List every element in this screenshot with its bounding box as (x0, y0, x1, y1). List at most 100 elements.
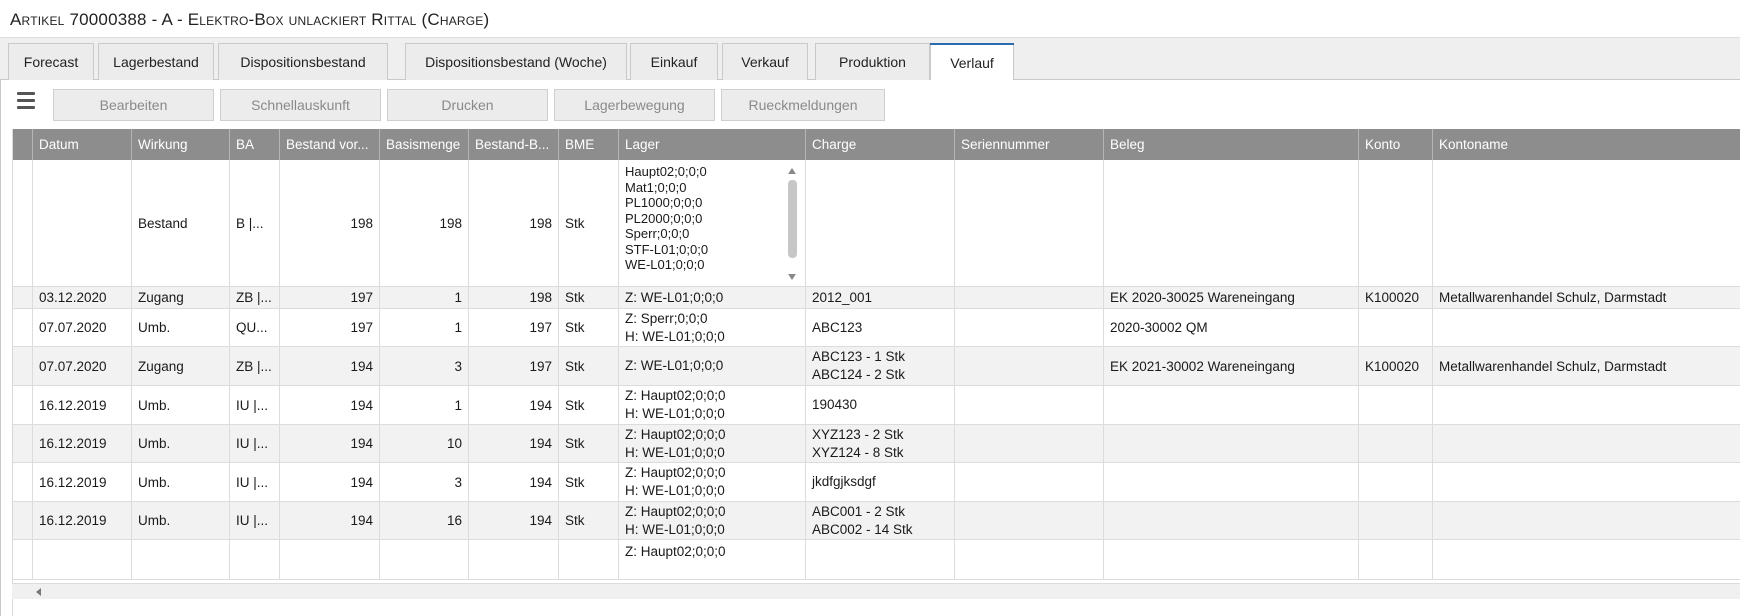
tab-produktion[interactable]: Produktion (815, 43, 930, 80)
cell-bestand-vor (280, 540, 380, 579)
bearbeiten-button[interactable]: Bearbeiten (53, 89, 214, 121)
cell-lager-list[interactable]: Haupt02;0;0;0 Mat1;0;0;0 PL1000;0;0;0 PL… (619, 160, 806, 286)
hamburger-menu-icon[interactable] (15, 90, 37, 112)
header-charge[interactable]: Charge (806, 129, 955, 160)
scroll-left-icon[interactable] (36, 588, 41, 596)
table-row[interactable]: 07.07.2020 Umb. QU... 197 1 197 Stk Z: Sperr;0;… (13, 309, 1740, 347)
cell-kontoname (1433, 309, 1740, 346)
header-datum[interactable]: Datum (33, 129, 132, 160)
cell-charge-line: 190430 (812, 397, 858, 412)
table-row[interactable]: Z: Haupt02;0;0;0 (13, 540, 1740, 580)
drucken-button[interactable]: Drucken (387, 89, 548, 121)
cell-charge-line: ABC123 (812, 319, 863, 335)
window-title-bar: Artikel 70000388 - A - Elektro-Box unlac… (0, 0, 1740, 38)
header-wirkung[interactable]: Wirkung (132, 129, 230, 160)
cell-ba: IU |... (230, 386, 280, 424)
rueckmeldungen-button[interactable]: Rueckmeldungen (721, 89, 885, 121)
cell-bme: Stk (559, 502, 619, 539)
scroll-up-icon[interactable] (788, 168, 796, 174)
tab-verlauf[interactable]: Verlauf (930, 43, 1014, 81)
lager-list-item: Sperr;0;0;0 (625, 226, 690, 241)
table-row[interactable]: 16.12.2019 Umb. IU |... 194 10 194 Stk Z: Haupt… (13, 425, 1740, 463)
row-selector[interactable] (13, 502, 33, 539)
table-row[interactable]: 16.12.2019 Umb. IU |... 194 16 194 Stk Z: Haupt… (13, 502, 1740, 540)
cell-beleg: EK 2021-30002 Wareneingang (1104, 347, 1359, 385)
header-bestand-b[interactable]: Bestand-B... (469, 129, 559, 160)
cell-bestand-vor: 197 (280, 287, 380, 308)
cell-kontoname (1433, 160, 1740, 286)
cell-bestand-vor: 194 (280, 463, 380, 501)
header-bme[interactable]: BME (559, 129, 619, 160)
cell-datum: 07.07.2020 (33, 347, 132, 385)
horizontal-scrollbar[interactable] (12, 583, 1740, 599)
tab-verkauf[interactable]: Verkauf (722, 43, 808, 80)
tab-forecast[interactable]: Forecast (8, 43, 94, 80)
cell-wirkung: Bestand (132, 160, 230, 286)
cell-konto (1359, 386, 1433, 424)
table-row[interactable]: 16.12.2019 Umb. IU |... 194 3 194 Stk Z: Haupt0… (13, 463, 1740, 502)
table-row[interactable]: Bestand B |... 198 198 198 Stk Haupt02;0… (13, 160, 1740, 287)
cell-charge-line: ABC001 - 2 Stk (812, 503, 906, 519)
table-row[interactable]: 03.12.2020 Zugang ZB |... 197 1 198 Stk Z: WE-L… (13, 287, 1740, 309)
cell-bme: Stk (559, 347, 619, 385)
cell-lager-line: Z: Sperr;0;0;0 (625, 310, 708, 326)
header-select (13, 129, 33, 160)
tab-einkauf[interactable]: Einkauf (630, 43, 718, 80)
cell-konto: K100020 (1359, 347, 1433, 385)
header-ba[interactable]: BA (230, 129, 280, 160)
row-selector[interactable] (13, 386, 33, 424)
lagerbewegung-button[interactable]: Lagerbewegung (554, 89, 715, 121)
cell-datum (33, 540, 132, 579)
row-selector[interactable] (13, 309, 33, 346)
tab-dispositionsbestand-woche[interactable]: Dispositionsbestand (Woche) (405, 43, 627, 80)
tab-dispositionsbestand[interactable]: Dispositionsbestand (218, 43, 388, 80)
table-row[interactable]: 16.12.2019 Umb. IU |... 194 1 194 Stk Z: Haupt0… (13, 386, 1740, 425)
tab-lagerbestand[interactable]: Lagerbestand (98, 43, 214, 80)
cell-charge-line: XYZ123 - 2 Stk (812, 426, 904, 442)
cell-kontoname (1433, 386, 1740, 424)
cell-datum: 16.12.2019 (33, 425, 132, 462)
cell-kontoname (1433, 425, 1740, 462)
row-selector[interactable] (13, 347, 33, 385)
lager-vertical-scrollbar[interactable] (788, 168, 797, 280)
header-konto[interactable]: Konto (1359, 129, 1433, 160)
cell-wirkung: Umb. (132, 309, 230, 346)
header-lager[interactable]: Lager (619, 129, 806, 160)
cell-kontoname (1433, 502, 1740, 539)
cell-ba: B |... (230, 160, 280, 286)
schnellauskunft-button[interactable]: Schnellauskunft (220, 89, 381, 121)
header-basismenge[interactable]: Basismenge (380, 129, 469, 160)
cell-bestand-b: 197 (469, 347, 559, 385)
cell-datum: 16.12.2019 (33, 502, 132, 539)
cell-lager-line: H: WE-L01;0;0;0 (625, 483, 725, 498)
cell-konto (1359, 160, 1433, 286)
cell-lager-line: H: WE-L01;0;0;0 (625, 328, 725, 344)
header-bestand-vor[interactable]: Bestand vor... (280, 129, 380, 160)
cell-datum (33, 160, 132, 286)
row-selector[interactable] (13, 425, 33, 462)
row-selector[interactable] (13, 540, 33, 579)
header-seriennummer[interactable]: Seriennummer (955, 129, 1104, 160)
cell-bestand-vor: 194 (280, 502, 380, 539)
scroll-thumb[interactable] (788, 180, 797, 258)
row-selector[interactable] (13, 287, 33, 308)
row-selector[interactable] (13, 160, 33, 286)
cell-charge: 190430 (806, 386, 955, 424)
cell-seriennummer (955, 386, 1104, 424)
cell-charge-line: jkdfgjksdgf (812, 474, 876, 489)
cell-basismenge (380, 540, 469, 579)
cell-charge: ABC001 - 2 Stk ABC002 - 14 Stk (806, 502, 955, 539)
scroll-down-icon[interactable] (788, 274, 796, 280)
header-beleg[interactable]: Beleg (1104, 129, 1359, 160)
table-row[interactable]: 07.07.2020 Zugang ZB |... 194 3 197 Stk Z: WE-L… (13, 347, 1740, 386)
cell-bestand-b: 194 (469, 463, 559, 501)
cell-kontoname (1433, 463, 1740, 501)
cell-basismenge: 10 (380, 425, 469, 462)
header-kontoname[interactable]: Kontoname (1433, 129, 1740, 160)
cell-seriennummer (955, 287, 1104, 308)
cell-wirkung: Umb. (132, 463, 230, 501)
row-selector[interactable] (13, 463, 33, 501)
cell-bestand-b: 194 (469, 386, 559, 424)
cell-lager-line: Z: Haupt02;0;0;0 (625, 465, 726, 480)
cell-wirkung: Umb. (132, 425, 230, 462)
